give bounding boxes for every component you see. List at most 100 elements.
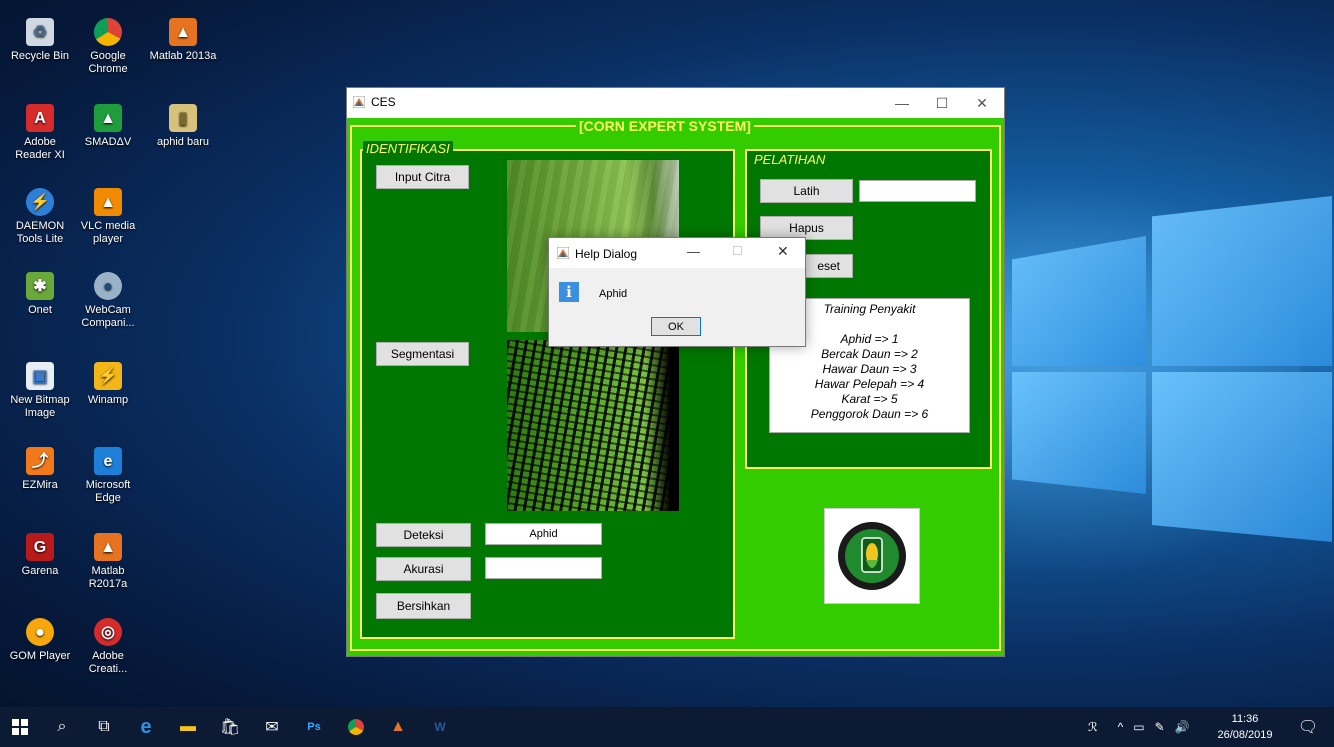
winamp-icon: ⚡ <box>94 362 122 390</box>
windows-logo-pane <box>1152 196 1332 366</box>
matlab-icon: ▲ <box>94 533 122 561</box>
tray-icons: ℛ ^ ▭ ✎ 🔊 <box>1088 707 1190 747</box>
windows-logo-pane <box>1012 372 1146 494</box>
mail-icon[interactable]: ✉ <box>254 707 290 747</box>
gom-player-icon: ● <box>26 618 54 646</box>
segmentasi-button[interactable]: Segmentasi <box>376 342 469 366</box>
ces-logo <box>824 508 920 604</box>
minimize-button[interactable]: — <box>882 88 922 118</box>
bersihkan-button[interactable]: Bersihkan <box>376 593 471 619</box>
matlab-icon[interactable]: ▲ <box>380 707 416 747</box>
desktop-icon-label: Onet <box>28 304 52 316</box>
desktop-icon-webcam[interactable]: ● WebCam Compani... <box>76 272 140 330</box>
desktop-icon-label: New Bitmap Image <box>10 394 70 419</box>
vlc-icon: ▲ <box>94 188 122 216</box>
edge-icon: e <box>94 447 122 475</box>
desktop-icon-chrome[interactable]: Google Chrome <box>76 18 140 76</box>
desktop-icon-label: Microsoft Edge <box>85 479 131 504</box>
chrome-icon <box>94 18 122 46</box>
dialog-message: Aphid <box>599 288 628 300</box>
task-view-icon[interactable]: ⧉ <box>86 707 122 747</box>
clock[interactable]: 11:36 26/08/2019 <box>1215 711 1275 743</box>
search-icon[interactable]: ⌕ <box>44 707 80 747</box>
daemon-tools-icon: ⚡ <box>26 188 54 216</box>
akurasi-button[interactable]: Akurasi <box>376 557 471 581</box>
desktop-icon-daemon-tools[interactable]: ⚡ DAEMON Tools Lite <box>8 188 72 246</box>
training-line: Hawar Pelepah => 4 <box>814 377 925 391</box>
dialog-minimize-button[interactable]: — <box>687 244 700 259</box>
desktop-icon-aphid-baru[interactable]: ▮ aphid baru <box>143 104 223 149</box>
pelatihan-title: PELATIHAN <box>751 152 829 167</box>
garena-icon: G <box>26 533 54 561</box>
maximize-button[interactable]: ☐ <box>922 88 962 118</box>
desktop-icon-label: Winamp <box>87 394 129 406</box>
clock-time: 11:36 <box>1231 713 1259 725</box>
training-line: Bercak Daun => 2 <box>821 347 918 361</box>
file-explorer-icon[interactable]: ▬ <box>170 707 206 747</box>
desktop-icon-adobe-reader[interactable]: A Adobe Reader XI <box>8 104 72 162</box>
desktop-icon-matlab-2013a[interactable]: ▲ Matlab 2013a <box>143 18 223 63</box>
onet-icon: ✱ <box>26 272 54 300</box>
desktop-icon-vlc[interactable]: ▲ VLC media player <box>76 188 140 246</box>
word-icon[interactable]: W <box>422 707 458 747</box>
desktop-icon-adobe-creative[interactable]: ◎ Adobe Creati... <box>76 618 140 676</box>
dialog-title: Help Dialog <box>575 247 638 261</box>
smadav-icon: ▲ <box>94 104 122 132</box>
corn-logo-icon <box>838 522 906 590</box>
close-button[interactable]: ✕ <box>962 88 1002 118</box>
people-icon[interactable]: ℛ <box>1088 720 1098 734</box>
training-line: Hawar Daun => 3 <box>822 362 917 376</box>
dialog-titlebar[interactable]: Help Dialog — ☐ ✕ <box>549 238 805 268</box>
main-title: [CORN EXPERT SYSTEM] <box>576 118 754 134</box>
desktop-icon-label: VLC media player <box>80 220 136 245</box>
ezmira-icon: ⤴ <box>26 447 54 475</box>
desktop-icon-bitmap[interactable]: ▣ New Bitmap Image <box>8 362 72 420</box>
desktop-icon-matlab-r2017a[interactable]: ▲ Matlab R2017a <box>76 533 140 591</box>
volume-icon[interactable]: 🔊 <box>1175 720 1190 734</box>
bitmap-icon: ▣ <box>26 362 54 390</box>
windows-logo-pane <box>1152 372 1332 542</box>
chrome-icon[interactable] <box>338 707 374 747</box>
training-line: Penggorok Daun => 6 <box>810 407 929 421</box>
start-icon[interactable] <box>2 707 38 747</box>
photoshop-icon[interactable]: Ps <box>296 707 332 747</box>
chevron-up-icon[interactable]: ^ <box>1118 720 1124 734</box>
clock-date: 26/08/2019 <box>1217 729 1273 741</box>
dialog-close-button[interactable]: ✕ <box>777 243 789 260</box>
desktop-icon-onet[interactable]: ✱ Onet <box>8 272 72 317</box>
training-line: Karat => 5 <box>841 392 898 406</box>
deteksi-result-field[interactable]: Aphid <box>485 523 602 545</box>
taskbar: ⌕ ⧉ e ▬ 🛍 ✉ Ps ▲ W ℛ ^ ▭ ✎ 🔊 11:36 26/08… <box>0 707 1334 747</box>
desktop-icon-label: Matlab R2017a <box>88 565 128 590</box>
akurasi-result-field[interactable] <box>485 557 602 579</box>
store-icon[interactable]: 🛍 <box>212 707 248 747</box>
notifications-icon[interactable]: 🗨 <box>1290 707 1326 747</box>
network-icon[interactable]: ▭ <box>1133 720 1144 734</box>
dialog-maximize-button[interactable]: ☐ <box>732 244 743 258</box>
latih-button[interactable]: Latih <box>760 179 853 203</box>
desktop-icon-garena[interactable]: G Garena <box>8 533 72 578</box>
desktop-icon-ezmira[interactable]: ⤴ EZMira <box>8 447 72 492</box>
desktop-icon-gom-player[interactable]: ● GOM Player <box>8 618 72 663</box>
desktop-icon-label: Google Chrome <box>88 50 128 75</box>
desktop-icon-edge[interactable]: e Microsoft Edge <box>76 447 140 505</box>
latih-field[interactable] <box>859 180 976 202</box>
help-dialog: Help Dialog — ☐ ✕ i Aphid OK <box>548 237 806 347</box>
info-icon: i <box>559 282 579 302</box>
segmented-image <box>507 340 679 511</box>
edge-icon[interactable]: e <box>128 707 164 747</box>
identifikasi-title: IDENTIFIKASI <box>363 141 453 156</box>
desktop-icon-recycle-bin[interactable]: ♻ Recycle Bin <box>8 18 72 63</box>
desktop-icon-label: Adobe Reader XI <box>15 136 65 161</box>
recycle-bin-icon: ♻ <box>26 18 54 46</box>
desktop-icon-smadav[interactable]: ▲ SMADΔV <box>76 104 140 149</box>
ok-button[interactable]: OK <box>651 317 701 336</box>
desktop-icon-winamp[interactable]: ⚡ Winamp <box>76 362 140 407</box>
matlab-icon <box>353 96 365 108</box>
desktop-icon-label: aphid baru <box>157 136 209 148</box>
window-titlebar[interactable]: CES — ☐ ✕ <box>347 88 1004 118</box>
input-citra-button[interactable]: Input Citra <box>376 165 469 189</box>
deteksi-button[interactable]: Deteksi <box>376 523 471 547</box>
pen-icon[interactable]: ✎ <box>1155 720 1165 734</box>
desktop-icon-label: EZMira <box>22 479 58 491</box>
